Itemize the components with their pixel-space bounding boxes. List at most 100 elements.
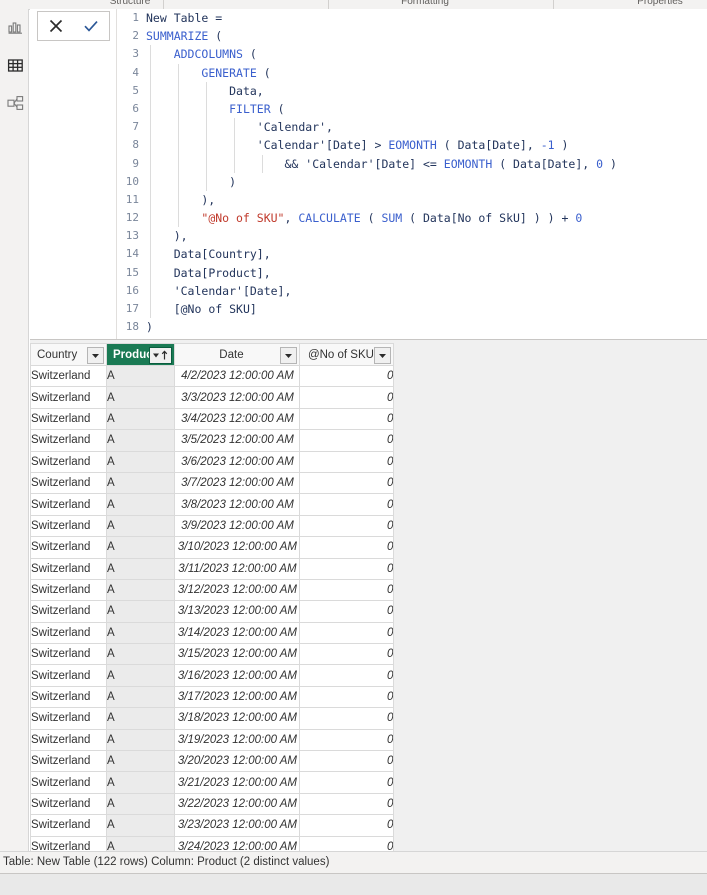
table-row[interactable]: Switzerland A 3/3/2023 12:00:00 AM 0: [30, 386, 395, 409]
cell-date[interactable]: 3/6/2023 12:00:00 AM: [174, 450, 301, 473]
table-row[interactable]: Switzerland A 3/8/2023 12:00:00 AM 0: [30, 493, 395, 516]
dax-formula-editor[interactable]: 1 New Table = 2 SUMMARIZE (3 ADDCOLUMNS (4 …: [117, 9, 707, 339]
table-row[interactable]: Switzerland A 3/17/2023 12:00:00 AM 0: [30, 685, 395, 709]
cell-product[interactable]: A: [105, 364, 176, 388]
cell-country[interactable]: Switzerland: [30, 621, 107, 645]
cell-country[interactable]: Switzerland: [30, 407, 107, 431]
table-row[interactable]: Switzerland A 3/5/2023 12:00:00 AM 0: [30, 429, 395, 452]
cell-date[interactable]: 3/20/2023 12:00:00 AM: [174, 750, 301, 773]
cell-product[interactable]: A: [105, 750, 176, 773]
cell-date[interactable]: 3/5/2023 12:00:00 AM: [174, 429, 301, 452]
cell-product[interactable]: A: [105, 643, 176, 666]
cell-product[interactable]: A: [105, 407, 176, 431]
table-row[interactable]: Switzerland A 3/6/2023 12:00:00 AM 0: [30, 450, 395, 473]
cell-sku[interactable]: 0: [299, 685, 395, 709]
cell-date[interactable]: 3/18/2023 12:00:00 AM: [174, 707, 301, 730]
cell-sku[interactable]: 0: [299, 643, 395, 666]
cell-date[interactable]: 3/7/2023 12:00:00 AM: [174, 471, 301, 495]
cell-date[interactable]: 3/8/2023 12:00:00 AM: [174, 493, 301, 516]
cell-date[interactable]: 3/22/2023 12:00:00 AM: [174, 792, 301, 816]
cell-country[interactable]: Switzerland: [30, 728, 107, 752]
cell-country[interactable]: Switzerland: [30, 429, 107, 452]
cell-sku[interactable]: 0: [299, 364, 395, 388]
cell-date[interactable]: 3/15/2023 12:00:00 AM: [174, 643, 301, 666]
cell-sku[interactable]: 0: [299, 536, 395, 559]
cell-product[interactable]: A: [105, 557, 176, 580]
cell-date[interactable]: 3/14/2023 12:00:00 AM: [174, 621, 301, 645]
cell-date[interactable]: 3/12/2023 12:00:00 AM: [174, 578, 301, 602]
cell-date[interactable]: 3/16/2023 12:00:00 AM: [174, 664, 301, 687]
cell-sku[interactable]: 0: [299, 792, 395, 816]
cell-country[interactable]: Switzerland: [30, 450, 107, 473]
table-row[interactable]: Switzerland A 3/10/2023 12:00:00 AM 0: [30, 536, 395, 559]
cell-sku[interactable]: 0: [299, 600, 395, 623]
cell-date[interactable]: 3/19/2023 12:00:00 AM: [174, 728, 301, 752]
cell-sku[interactable]: 0: [299, 407, 395, 431]
cell-date[interactable]: 4/2/2023 12:00:00 AM: [174, 364, 301, 388]
cell-product[interactable]: A: [105, 685, 176, 709]
table-row[interactable]: Switzerland A 3/16/2023 12:00:00 AM 0: [30, 664, 395, 687]
table-row[interactable]: Switzerland A 3/14/2023 12:00:00 AM 0: [30, 621, 395, 645]
cell-sku[interactable]: 0: [299, 386, 395, 409]
cell-sku[interactable]: 0: [299, 771, 395, 794]
cell-date[interactable]: 3/13/2023 12:00:00 AM: [174, 600, 301, 623]
cell-product[interactable]: A: [105, 514, 176, 538]
cell-product[interactable]: A: [105, 536, 176, 559]
cell-product[interactable]: A: [105, 664, 176, 687]
column-header-sku[interactable]: @No of SKU: [299, 343, 395, 366]
cell-product[interactable]: A: [105, 707, 176, 730]
cell-sku[interactable]: 0: [299, 471, 395, 495]
cell-product[interactable]: A: [105, 493, 176, 516]
cell-sku[interactable]: 0: [299, 835, 395, 851]
column-header-product[interactable]: Product: [105, 343, 176, 366]
cell-date[interactable]: 3/24/2023 12:00:00 AM: [174, 835, 301, 851]
sort-ascending-dropdown-icon[interactable]: [149, 347, 173, 364]
table-row[interactable]: Switzerland A 3/13/2023 12:00:00 AM 0: [30, 600, 395, 623]
cell-country[interactable]: Switzerland: [30, 685, 107, 709]
cell-date[interactable]: 3/21/2023 12:00:00 AM: [174, 771, 301, 794]
cell-sku[interactable]: 0: [299, 578, 395, 602]
table-row[interactable]: Switzerland A 3/9/2023 12:00:00 AM 0: [30, 514, 395, 538]
cell-product[interactable]: A: [105, 621, 176, 645]
table-row[interactable]: Switzerland A 3/11/2023 12:00:00 AM 0: [30, 557, 395, 580]
cell-country[interactable]: Switzerland: [30, 771, 107, 794]
cell-sku[interactable]: 0: [299, 429, 395, 452]
cell-country[interactable]: Switzerland: [30, 578, 107, 602]
cell-country[interactable]: Switzerland: [30, 557, 107, 580]
cell-date[interactable]: 3/17/2023 12:00:00 AM: [174, 685, 301, 709]
table-row[interactable]: Switzerland A 3/19/2023 12:00:00 AM 0: [30, 728, 395, 752]
column-header-date[interactable]: Date: [174, 343, 301, 366]
cell-date[interactable]: 3/3/2023 12:00:00 AM: [174, 386, 301, 409]
table-row[interactable]: Switzerland A 3/12/2023 12:00:00 AM 0: [30, 578, 395, 602]
cell-product[interactable]: A: [105, 814, 176, 837]
cell-country[interactable]: Switzerland: [30, 600, 107, 623]
cell-country[interactable]: Switzerland: [30, 835, 107, 851]
model-view-icon[interactable]: [6, 94, 25, 113]
cell-country[interactable]: Switzerland: [30, 364, 107, 388]
table-row[interactable]: Switzerland A 3/20/2023 12:00:00 AM 0: [30, 750, 395, 773]
cell-country[interactable]: Switzerland: [30, 536, 107, 559]
cell-sku[interactable]: 0: [299, 750, 395, 773]
table-row[interactable]: Switzerland A 3/24/2023 12:00:00 AM 0: [30, 835, 395, 851]
filter-dropdown-icon[interactable]: [87, 347, 104, 364]
cell-country[interactable]: Switzerland: [30, 664, 107, 687]
cell-country[interactable]: Switzerland: [30, 792, 107, 816]
cell-sku[interactable]: 0: [299, 514, 395, 538]
cell-product[interactable]: A: [105, 450, 176, 473]
cell-country[interactable]: Switzerland: [30, 707, 107, 730]
cell-country[interactable]: Switzerland: [30, 643, 107, 666]
cell-product[interactable]: A: [105, 600, 176, 623]
cell-country[interactable]: Switzerland: [30, 514, 107, 538]
table-row[interactable]: Switzerland A 3/21/2023 12:00:00 AM 0: [30, 771, 395, 794]
cell-sku[interactable]: 0: [299, 493, 395, 516]
filter-dropdown-icon[interactable]: [280, 347, 298, 364]
cell-sku[interactable]: 0: [299, 450, 395, 473]
cell-date[interactable]: 3/23/2023 12:00:00 AM: [174, 814, 301, 837]
cell-sku[interactable]: 0: [299, 728, 395, 752]
cell-product[interactable]: A: [105, 835, 176, 851]
table-row[interactable]: Switzerland A 3/22/2023 12:00:00 AM 0: [30, 792, 395, 816]
data-view-icon[interactable]: [6, 56, 25, 75]
cell-product[interactable]: A: [105, 429, 176, 452]
cell-date[interactable]: 3/9/2023 12:00:00 AM: [174, 514, 301, 538]
cell-product[interactable]: A: [105, 471, 176, 495]
